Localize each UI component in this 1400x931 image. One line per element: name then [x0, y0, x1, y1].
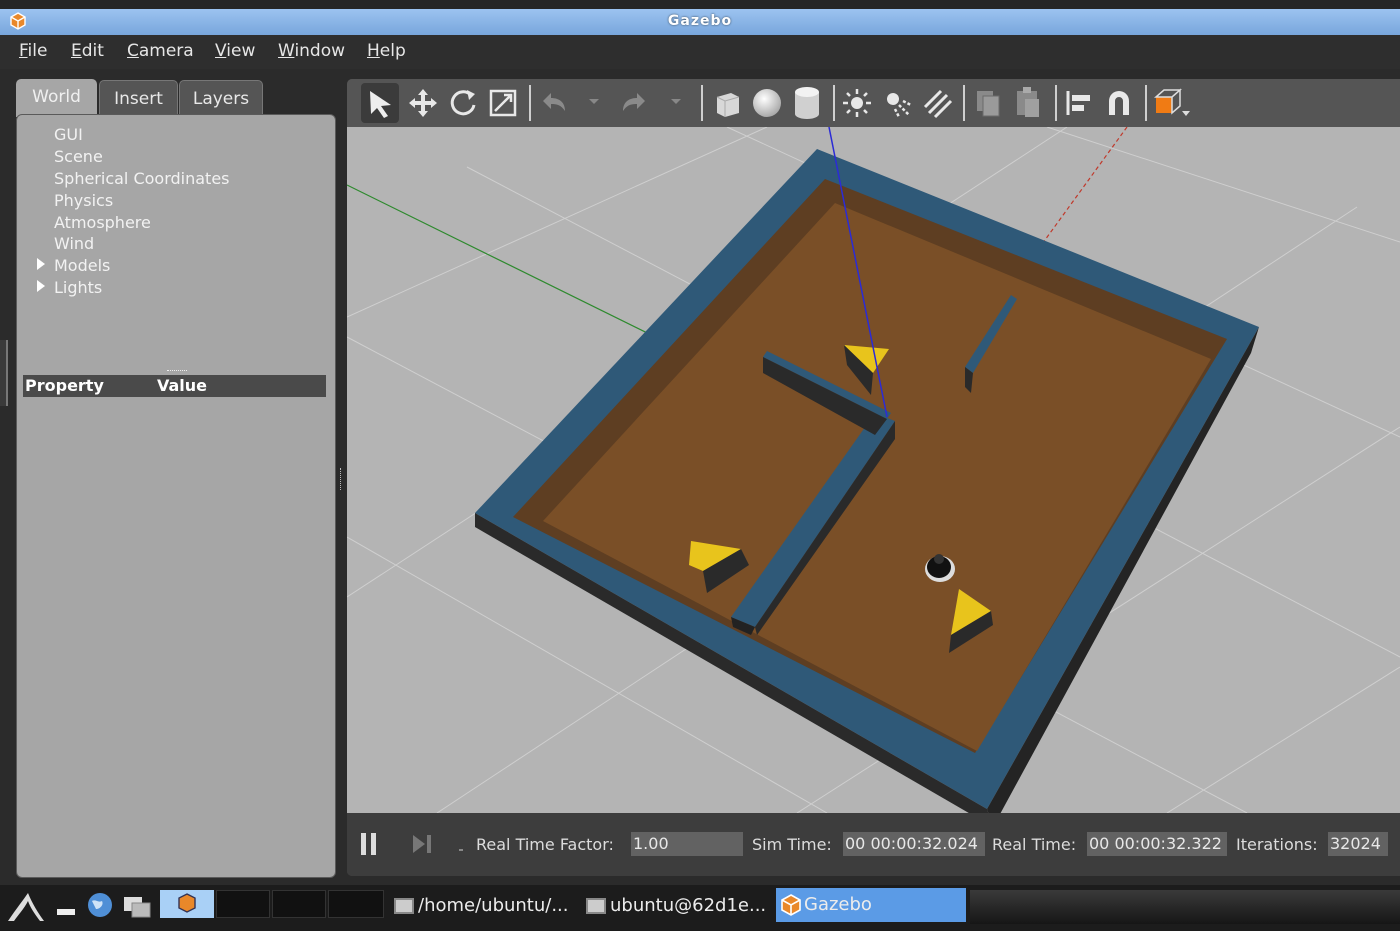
- point-light-icon[interactable]: [841, 87, 873, 119]
- redo-dropdown-icon[interactable]: [671, 99, 681, 104]
- window-title: Gazebo: [667, 13, 733, 29]
- task-label: /home/ubuntu/...: [418, 895, 569, 916]
- tree-item-atmosphere[interactable]: Atmosphere: [54, 213, 151, 232]
- menu-view[interactable]: View: [215, 41, 255, 61]
- undo-dropdown-icon[interactable]: [589, 99, 599, 104]
- start-menu-icon[interactable]: [6, 891, 46, 923]
- align-icon[interactable]: [1063, 87, 1095, 119]
- sim-status-bar: Real Time Factor: 1.00 Sim Time: 00 00:0…: [347, 813, 1400, 876]
- view-angle-icon[interactable]: [1153, 85, 1193, 121]
- menu-help[interactable]: Help: [367, 41, 406, 61]
- redo-icon[interactable]: [619, 89, 649, 117]
- iterations-value: 32024: [1328, 832, 1388, 856]
- translate-icon[interactable]: [407, 87, 439, 119]
- window-titlebar[interactable]: Gazebo: [0, 9, 1400, 35]
- menu-bar: File Edit Camera View Window Help: [0, 35, 1400, 69]
- task-label: ubuntu@62d1e...: [610, 895, 767, 916]
- spot-light-icon[interactable]: [881, 87, 913, 119]
- menu-window[interactable]: Window: [278, 41, 345, 61]
- window-switcher-icon[interactable]: [122, 893, 152, 921]
- real-time-factor-value: 1.00: [631, 832, 743, 856]
- gazebo-task-icon: [781, 894, 801, 916]
- left-dock-handle[interactable]: [0, 340, 8, 406]
- property-table-header: Property Value: [23, 375, 326, 397]
- menu-file[interactable]: File: [19, 41, 47, 61]
- taskbar-empty-space: [970, 890, 1400, 924]
- pause-icon[interactable]: [361, 833, 366, 855]
- menu-camera[interactable]: Camera: [127, 41, 194, 61]
- splitter-grip[interactable]: [167, 370, 187, 373]
- property-column-header: Property: [25, 376, 104, 395]
- tree-item-scene[interactable]: Scene: [54, 147, 103, 166]
- taskbar-terminal-home[interactable]: /home/ubuntu/...: [394, 889, 580, 923]
- sphere-icon[interactable]: [751, 87, 783, 119]
- 3d-scene[interactable]: [347, 127, 1400, 813]
- sim-time-value: 00 00:00:32.024: [843, 832, 985, 856]
- workspace-2[interactable]: [216, 890, 270, 918]
- step-icon[interactable]: [411, 833, 433, 855]
- browser-globe-icon[interactable]: [86, 891, 114, 919]
- screen-top-strip: [0, 0, 1400, 9]
- scale-icon[interactable]: [487, 87, 519, 119]
- taskbar-terminal-ubuntu[interactable]: ubuntu@62d1e...: [586, 889, 772, 923]
- workspace-1[interactable]: [160, 890, 214, 918]
- task-label: Gazebo: [804, 894, 872, 915]
- expand-arrow-icon[interactable]: [37, 280, 45, 292]
- real-time-value: 00 00:00:32.322: [1087, 832, 1227, 856]
- select-tool-button[interactable]: [361, 83, 399, 123]
- minimize-all-icon[interactable]: [54, 895, 78, 919]
- tree-item-gui[interactable]: GUI: [54, 125, 83, 144]
- tab-insert[interactable]: Insert: [99, 80, 178, 117]
- world-panel: GUI Scene Spherical Coordinates Physics …: [16, 114, 336, 878]
- sim-time-label: Sim Time:: [752, 835, 832, 854]
- directional-light-icon[interactable]: [921, 87, 953, 119]
- paste-icon[interactable]: [1013, 85, 1043, 119]
- tab-layers[interactable]: Layers: [179, 80, 263, 117]
- tree-item-physics[interactable]: Physics: [54, 191, 113, 210]
- tree-item-wind[interactable]: Wind: [54, 234, 94, 253]
- system-taskbar: /home/ubuntu/... ubuntu@62d1e... Gazebo: [0, 885, 1400, 931]
- status-divider: [459, 849, 463, 851]
- terminal-icon: [586, 898, 606, 914]
- rotate-icon[interactable]: [447, 87, 479, 119]
- workspace-3[interactable]: [272, 890, 326, 918]
- taskbar-gazebo[interactable]: Gazebo: [776, 888, 966, 922]
- value-column-header: Value: [157, 376, 208, 395]
- menu-edit[interactable]: Edit: [71, 41, 104, 61]
- real-time-label: Real Time:: [992, 835, 1077, 854]
- terminal-icon: [394, 898, 414, 914]
- iterations-label: Iterations:: [1236, 835, 1318, 854]
- panel-splitter-handle[interactable]: [340, 468, 344, 490]
- gazebo-workspace-icon: [178, 893, 196, 913]
- workspace-4[interactable]: [328, 890, 384, 918]
- tree-item-lights[interactable]: Lights: [54, 278, 102, 297]
- tree-item-models[interactable]: Models: [54, 256, 110, 275]
- snap-magnet-icon[interactable]: [1103, 87, 1135, 119]
- real-time-factor-label: Real Time Factor:: [476, 835, 614, 854]
- copy-icon[interactable]: [973, 87, 1003, 119]
- expand-arrow-icon[interactable]: [37, 258, 45, 270]
- tab-world[interactable]: World: [16, 79, 97, 117]
- pause-icon[interactable]: [371, 833, 376, 855]
- select-arrow-icon: [370, 91, 391, 118]
- box-icon[interactable]: [711, 87, 743, 119]
- cylinder-icon[interactable]: [791, 85, 823, 121]
- render-viewport[interactable]: Real Time Factor: 1.00 Sim Time: 00 00:0…: [347, 79, 1400, 876]
- undo-icon[interactable]: [539, 89, 569, 117]
- scene-toolbar: [347, 79, 1400, 127]
- tree-item-spherical-coordinates[interactable]: Spherical Coordinates: [54, 169, 230, 188]
